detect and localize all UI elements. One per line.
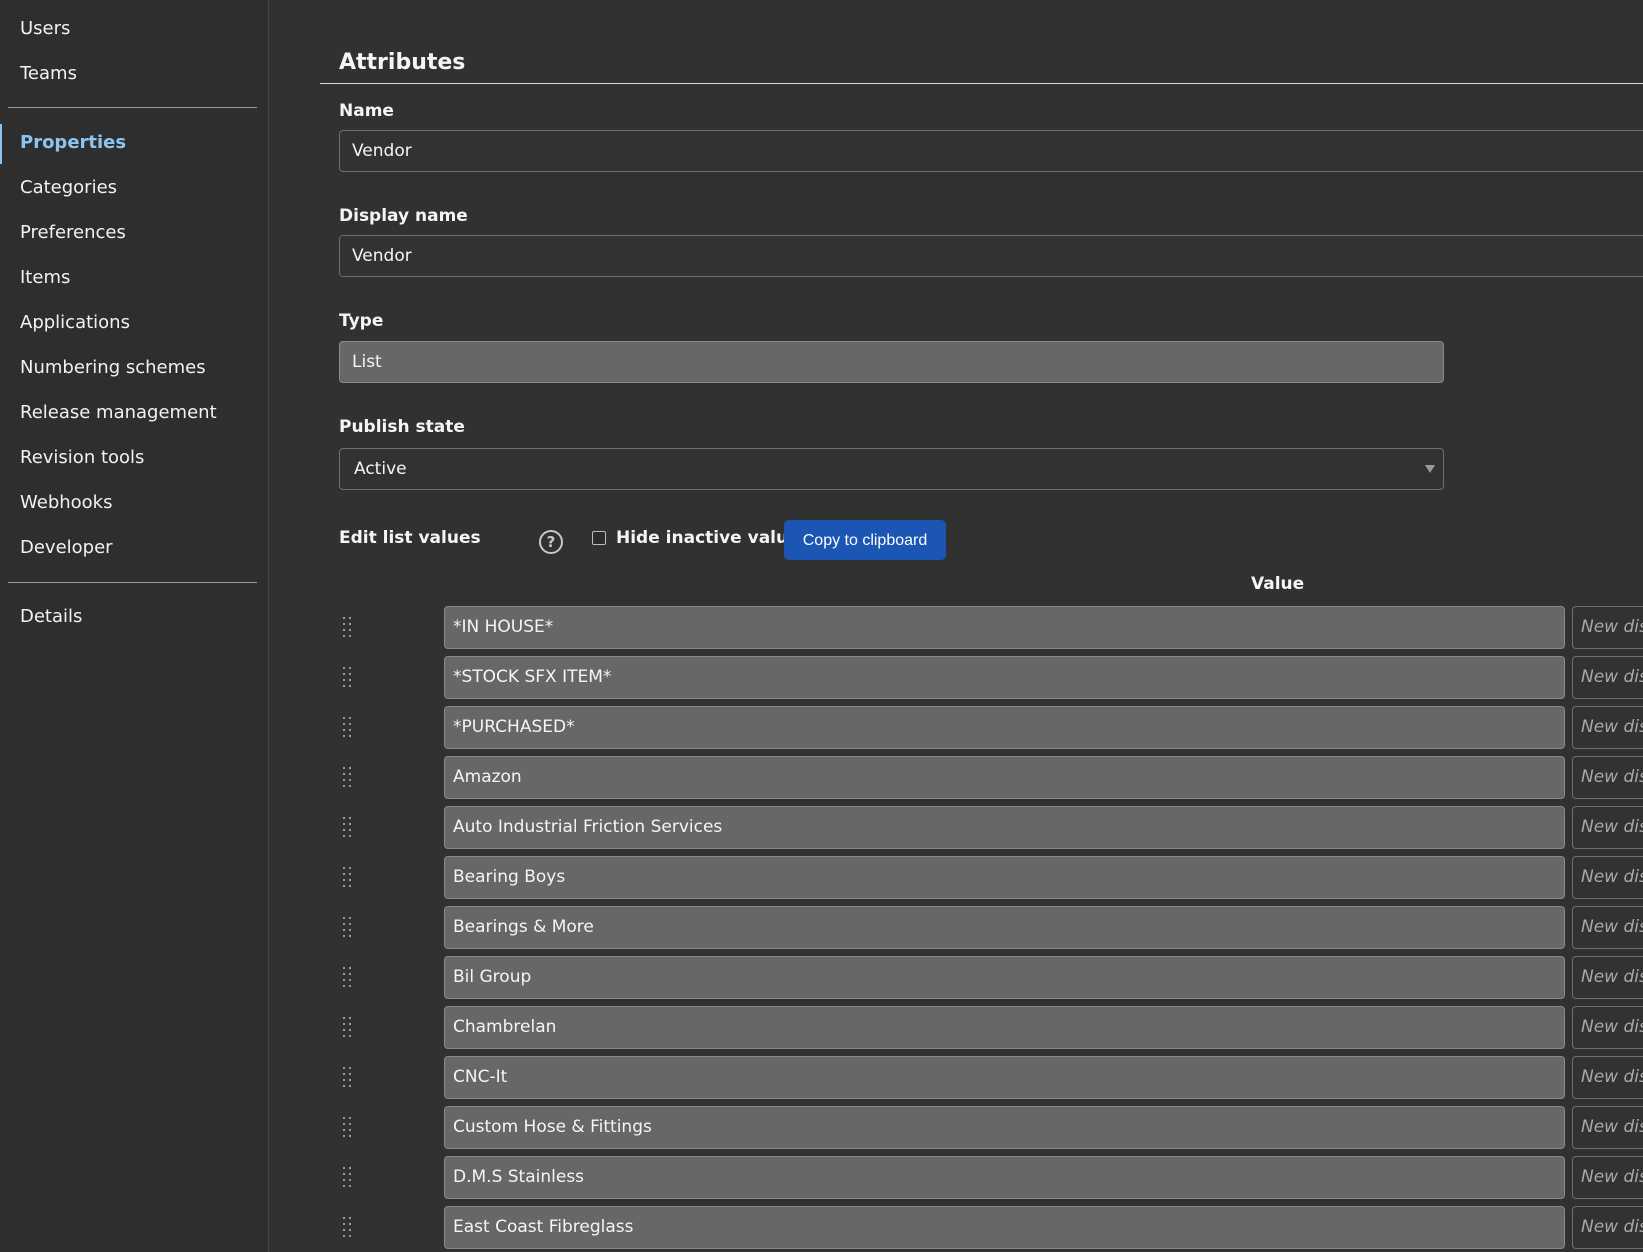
sidebar-item-teams[interactable]: Teams (20, 63, 77, 84)
drag-handle-icon[interactable] (343, 767, 355, 787)
sidebar-item-developer[interactable]: Developer (20, 537, 113, 558)
drag-handle-icon[interactable] (343, 617, 355, 637)
list-value-input[interactable]: Custom Hose & Fittings (444, 1106, 1565, 1149)
display-name-label: Display name (339, 206, 468, 226)
list-value-row: Custom Hose & FittingsNew disp (269, 1106, 1643, 1150)
display-value-input[interactable]: New disp (1572, 1006, 1643, 1049)
list-value-input[interactable]: Bearing Boys (444, 856, 1565, 899)
drag-handle-icon[interactable] (343, 717, 355, 737)
list-value-input[interactable]: Chambrelan (444, 1006, 1565, 1049)
list-value-row: ChambrelanNew disp (269, 1006, 1643, 1050)
name-label: Name (339, 101, 394, 121)
display-value-input[interactable]: New disp (1572, 856, 1643, 899)
list-value-row: *STOCK SFX ITEM*New disp (269, 656, 1643, 700)
sidebar-item-applications[interactable]: Applications (20, 312, 130, 333)
sidebar-item-revision-tools[interactable]: Revision tools (20, 447, 144, 468)
chevron-down-icon (1425, 465, 1435, 473)
display-value-input[interactable]: New disp (1572, 656, 1643, 699)
sidebar-item-numbering-schemes[interactable]: Numbering schemes (20, 357, 206, 378)
sidebar-item-details[interactable]: Details (20, 606, 82, 627)
drag-handle-icon[interactable] (343, 1017, 355, 1037)
list-value-row: Bil GroupNew disp (269, 956, 1643, 1000)
type-label: Type (339, 311, 384, 331)
display-value-input[interactable]: New disp (1572, 756, 1643, 799)
display-value-input[interactable]: New disp (1572, 1206, 1643, 1249)
sidebar-item-release-management[interactable]: Release management (20, 402, 217, 423)
hide-inactive-checkbox[interactable] (592, 531, 606, 545)
display-value-input[interactable]: New disp (1572, 706, 1643, 749)
list-value-row: Bearing BoysNew disp (269, 856, 1643, 900)
drag-handle-icon[interactable] (343, 667, 355, 687)
drag-handle-icon[interactable] (343, 867, 355, 887)
list-value-input[interactable]: CNC-It (444, 1056, 1565, 1099)
display-value-input[interactable]: New disp (1572, 1106, 1643, 1149)
list-value-row: CNC-ItNew disp (269, 1056, 1643, 1100)
display-value-input[interactable]: New disp (1572, 606, 1643, 649)
sidebar-divider (8, 582, 257, 583)
list-value-input[interactable]: *IN HOUSE* (444, 606, 1565, 649)
value-column-header: Value (1251, 574, 1305, 594)
drag-handle-icon[interactable] (343, 917, 355, 937)
drag-handle-icon[interactable] (343, 1167, 355, 1187)
section-divider (320, 83, 1643, 84)
list-value-row: AmazonNew disp (269, 756, 1643, 800)
list-value-input[interactable]: D.M.S Stainless (444, 1156, 1565, 1199)
publish-state-label: Publish state (339, 417, 465, 437)
drag-handle-icon[interactable] (343, 1067, 355, 1087)
app-window: Users Teams Properties Categories Prefer… (0, 0, 1643, 1252)
name-input[interactable]: Vendor (339, 130, 1643, 172)
sidebar-item-properties[interactable]: Properties (20, 132, 126, 153)
list-value-input[interactable]: East Coast Fibreglass (444, 1206, 1565, 1249)
drag-handle-icon[interactable] (343, 817, 355, 837)
display-value-input[interactable]: New disp (1572, 906, 1643, 949)
list-value-row: Auto Industrial Friction ServicesNew dis… (269, 806, 1643, 850)
list-value-row: D.M.S StainlessNew disp (269, 1156, 1643, 1200)
section-title: Attributes (339, 50, 466, 75)
list-values-toolbar: Edit list values ? Hide inactive values … (339, 520, 1239, 560)
type-field: List (339, 341, 1444, 383)
list-value-input[interactable]: *STOCK SFX ITEM* (444, 656, 1565, 699)
display-value-input[interactable]: New disp (1572, 806, 1643, 849)
list-value-row: East Coast FibreglassNew disp (269, 1206, 1643, 1250)
sidebar-item-webhooks[interactable]: Webhooks (20, 492, 112, 513)
attributes-panel: Attributes Name Vendor Display name Vend… (269, 0, 1643, 1252)
list-value-row: *PURCHASED*New disp (269, 706, 1643, 750)
drag-handle-icon[interactable] (343, 1117, 355, 1137)
list-value-row: *IN HOUSE*New disp (269, 606, 1643, 650)
list-value-input[interactable]: *PURCHASED* (444, 706, 1565, 749)
sidebar-item-items[interactable]: Items (20, 267, 70, 288)
list-value-input[interactable]: Amazon (444, 756, 1565, 799)
display-value-input[interactable]: New disp (1572, 1056, 1643, 1099)
list-value-input[interactable]: Auto Industrial Friction Services (444, 806, 1565, 849)
copy-to-clipboard-button[interactable]: Copy to clipboard (784, 520, 946, 560)
sidebar-item-categories[interactable]: Categories (20, 177, 117, 198)
hide-inactive-label[interactable]: Hide inactive values (616, 528, 810, 548)
display-name-input[interactable]: Vendor (339, 235, 1643, 277)
list-value-input[interactable]: Bil Group (444, 956, 1565, 999)
publish-state-value: Active (354, 459, 407, 479)
sidebar: Users Teams Properties Categories Prefer… (0, 0, 269, 1252)
help-icon[interactable]: ? (539, 530, 563, 554)
sidebar-item-preferences[interactable]: Preferences (20, 222, 126, 243)
list-value-row: Bearings & MoreNew disp (269, 906, 1643, 950)
display-value-input[interactable]: New disp (1572, 1156, 1643, 1199)
drag-handle-icon[interactable] (343, 1217, 355, 1237)
drag-handle-icon[interactable] (343, 967, 355, 987)
edit-list-values-label: Edit list values (339, 528, 481, 548)
sidebar-active-indicator (0, 124, 2, 164)
sidebar-item-users[interactable]: Users (20, 18, 70, 39)
sidebar-divider (8, 107, 257, 108)
publish-state-select[interactable]: Active (339, 448, 1444, 490)
list-value-input[interactable]: Bearings & More (444, 906, 1565, 949)
display-value-input[interactable]: New disp (1572, 956, 1643, 999)
